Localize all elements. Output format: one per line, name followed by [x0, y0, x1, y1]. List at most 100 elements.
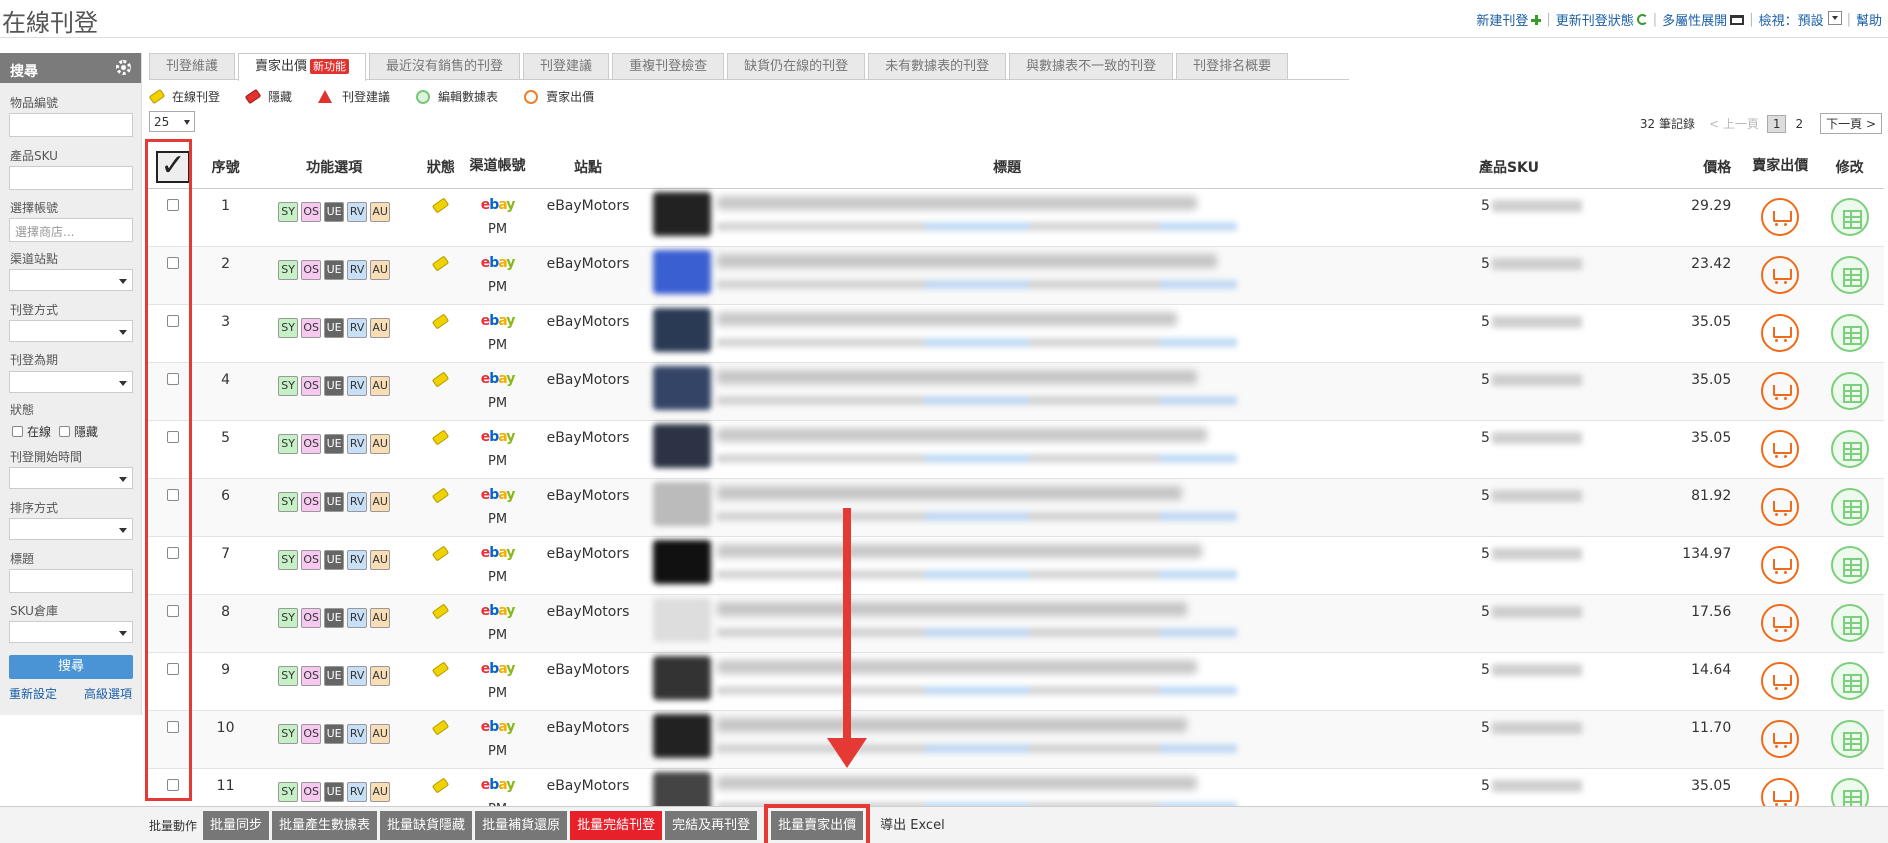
title-cell[interactable] — [645, 304, 1369, 363]
fn-ue-button[interactable]: UE — [324, 781, 345, 802]
fn-au-button[interactable]: AU — [370, 665, 391, 686]
fn-sy-button[interactable]: SY — [278, 375, 299, 396]
fn-sy-button[interactable]: SY — [278, 491, 299, 512]
fn-os-button[interactable]: OS — [301, 607, 322, 628]
fn-ue-button[interactable]: UE — [324, 491, 345, 512]
row-checkbox[interactable] — [167, 720, 180, 733]
fn-ue-button[interactable]: UE — [324, 665, 345, 686]
product-thumbnail[interactable] — [653, 249, 712, 294]
fn-ue-button[interactable]: UE — [324, 723, 345, 744]
fn-au-button[interactable]: AU — [370, 317, 391, 338]
cart-icon[interactable] — [1761, 255, 1800, 294]
fn-sy-button[interactable]: SY — [278, 317, 299, 338]
fn-au-button[interactable]: AU — [370, 259, 391, 280]
tab-listing-maintenance[interactable]: 刊登維護 — [149, 53, 236, 79]
start-time-select[interactable] — [9, 467, 133, 489]
title-input[interactable] — [9, 569, 133, 593]
fn-sy-button[interactable]: SY — [278, 259, 299, 280]
sort-select[interactable] — [9, 518, 133, 540]
title-cell[interactable] — [645, 710, 1369, 769]
product-thumbnail[interactable] — [653, 713, 712, 758]
bulk-sync-button[interactable]: 批量同步 — [203, 810, 270, 840]
row-checkbox[interactable] — [167, 430, 180, 443]
fn-rv-button[interactable]: RV — [347, 201, 368, 222]
data-sheet-icon[interactable] — [1830, 603, 1869, 642]
bulk-generate-data-button[interactable]: 批量產生數據表 — [272, 810, 378, 840]
update-status-link[interactable]: 更新刊登狀態 — [1556, 10, 1648, 29]
fn-sy-button[interactable]: SY — [278, 607, 299, 628]
tab-listing-suggestions[interactable]: 刊登建議 — [523, 53, 610, 79]
fn-au-button[interactable]: AU — [370, 723, 391, 744]
end-and-relist-button[interactable]: 完結及再刊登 — [665, 810, 758, 840]
title-cell[interactable] — [645, 652, 1369, 711]
search-button[interactable]: 搜尋 — [9, 655, 133, 679]
row-checkbox[interactable] — [167, 372, 180, 385]
product-thumbnail[interactable] — [653, 191, 712, 236]
fn-ue-button[interactable]: UE — [324, 201, 345, 222]
cart-icon[interactable] — [1761, 197, 1800, 236]
product-thumbnail[interactable] — [653, 481, 712, 526]
fn-rv-button[interactable]: RV — [347, 317, 368, 338]
tab-out-of-stock-online[interactable]: 缺貨仍在線的刊登 — [727, 53, 866, 79]
fn-sy-button[interactable]: SY — [278, 781, 299, 802]
reset-link[interactable]: 重新設定 — [9, 685, 57, 702]
fn-rv-button[interactable]: RV — [347, 491, 368, 512]
bulk-restock-button[interactable]: 批量補貨還原 — [475, 810, 568, 840]
fn-rv-button[interactable]: RV — [347, 723, 368, 744]
fn-sy-button[interactable]: SY — [278, 665, 299, 686]
export-excel-button[interactable]: 導出 Excel — [873, 811, 952, 840]
fn-os-button[interactable]: OS — [301, 549, 322, 570]
data-sheet-icon[interactable] — [1830, 487, 1869, 526]
fn-au-button[interactable]: AU — [370, 491, 391, 512]
fn-au-button[interactable]: AU — [370, 781, 391, 802]
row-checkbox[interactable] — [167, 314, 180, 327]
duration-select[interactable] — [9, 371, 133, 393]
data-sheet-icon[interactable] — [1830, 661, 1869, 700]
help-link[interactable]: 幫助 — [1856, 10, 1882, 29]
title-cell[interactable] — [645, 420, 1369, 479]
select-all-checkbox[interactable]: ✓ — [156, 150, 191, 183]
fn-rv-button[interactable]: RV — [347, 665, 368, 686]
fn-sy-button[interactable]: SY — [278, 549, 299, 570]
page-2-button[interactable]: 2 — [1790, 116, 1808, 132]
fn-os-button[interactable]: OS — [301, 317, 322, 338]
tab-seller-offer[interactable]: 賣家出價 新功能 — [238, 53, 367, 81]
fn-sy-button[interactable]: SY — [278, 201, 299, 222]
new-listing-link[interactable]: 新建刊登 — [1476, 10, 1542, 29]
cart-icon[interactable] — [1761, 429, 1800, 468]
advanced-link[interactable]: 高級選項 — [84, 685, 132, 702]
cart-icon[interactable] — [1761, 313, 1800, 352]
fn-sy-button[interactable]: SY — [278, 723, 299, 744]
row-checkbox[interactable] — [167, 778, 180, 791]
product-thumbnail[interactable] — [653, 423, 712, 468]
prev-page-button[interactable]: < 上一頁 — [1709, 115, 1759, 132]
data-sheet-icon[interactable] — [1830, 197, 1869, 236]
sku-input[interactable] — [9, 166, 133, 190]
channel-site-select[interactable] — [9, 269, 133, 291]
fn-ue-button[interactable]: UE — [324, 549, 345, 570]
fn-ue-button[interactable]: UE — [324, 259, 345, 280]
cart-icon[interactable] — [1761, 661, 1800, 700]
fn-au-button[interactable]: AU — [370, 433, 391, 454]
account-select[interactable]: 選擇商店... — [9, 218, 133, 242]
fn-os-button[interactable]: OS — [301, 781, 322, 802]
bulk-oos-hide-button[interactable]: 批量缺貨隱藏 — [380, 810, 473, 840]
row-checkbox[interactable] — [167, 256, 180, 269]
title-cell[interactable] — [645, 536, 1369, 595]
product-thumbnail[interactable] — [653, 365, 712, 410]
data-sheet-icon[interactable] — [1830, 429, 1869, 468]
fn-os-button[interactable]: OS — [301, 723, 322, 744]
fn-au-button[interactable]: AU — [370, 375, 391, 396]
fn-ue-button[interactable]: UE — [324, 607, 345, 628]
cart-icon[interactable] — [1761, 545, 1800, 584]
data-sheet-icon[interactable] — [1830, 545, 1869, 584]
tab-duplicate-check[interactable]: 重複刊登檢查 — [612, 53, 725, 79]
fn-os-button[interactable]: OS — [301, 665, 322, 686]
gear-icon[interactable] — [116, 60, 131, 75]
fn-au-button[interactable]: AU — [370, 201, 391, 222]
row-checkbox[interactable] — [167, 546, 180, 559]
product-thumbnail[interactable] — [653, 655, 712, 700]
multi-attr-link[interactable]: 多屬性展開 — [1662, 10, 1745, 29]
data-sheet-icon[interactable] — [1830, 371, 1869, 410]
row-checkbox[interactable] — [167, 488, 180, 501]
